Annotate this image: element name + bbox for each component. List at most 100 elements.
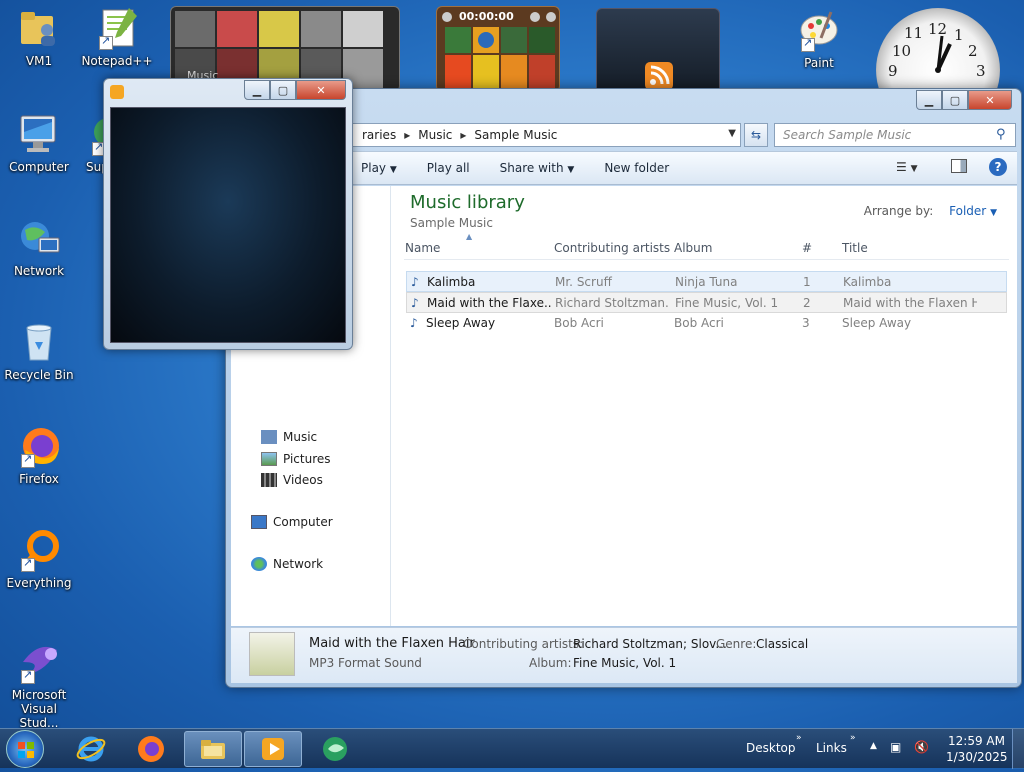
table-row[interactable]: ♪ Sleep Away Bob Acri Bob Acri 3 Sleep A…	[406, 313, 1007, 334]
share-with-button[interactable]: Share with ▼	[500, 161, 575, 175]
desktop-icon-notepadpp[interactable]: Notepad++	[78, 6, 156, 68]
desktop-icon-label: Notepad++	[81, 54, 153, 68]
chevron-icon[interactable]: »	[796, 733, 802, 743]
desktop-icon-label: Everything	[6, 576, 72, 590]
music-file-icon: ♪	[411, 296, 419, 310]
taskbar-explorer[interactable]	[184, 731, 242, 767]
column-header-name[interactable]: Name	[405, 241, 440, 255]
cell-title: Sleep Away	[842, 316, 912, 330]
links-toolbar[interactable]: Links	[816, 741, 847, 755]
start-button[interactable]	[6, 730, 44, 768]
cell-name: Sleep Away	[426, 316, 496, 330]
breadcrumb-separator: ▸	[404, 128, 411, 142]
play-all-button[interactable]: Play all	[427, 161, 470, 175]
arrange-by-dropdown[interactable]: Folder ▼	[949, 204, 997, 218]
desktop-icon-network[interactable]: Network	[0, 216, 78, 278]
taskbar-app[interactable]	[306, 731, 364, 767]
breadcrumb-item[interactable]: Music	[418, 128, 452, 142]
desktop-icon-label: Microsoft Visual Stud...	[11, 688, 67, 730]
help-icon[interactable]: ?	[989, 158, 1007, 176]
details-artists-value[interactable]: Richard Stoltzman; Slov...	[573, 637, 727, 651]
media-player-window[interactable]: ▁ ▢ ✕	[103, 78, 353, 350]
desktop-icon-label: Network	[13, 264, 65, 278]
view-options-icon[interactable]: ☰ ▼	[896, 160, 918, 174]
taskbar-media-player[interactable]	[244, 731, 302, 767]
desktop-icon-visual-studio[interactable]: Microsoft Visual Stud...	[0, 640, 78, 730]
taskbar-internet-explorer[interactable]	[62, 731, 120, 767]
notepadpp-icon	[95, 6, 139, 50]
details-album-label: Album:	[529, 656, 572, 670]
music-folder-icon	[261, 430, 277, 444]
desktop-icon-everything[interactable]: Everything	[0, 528, 78, 590]
cell-album: Bob Acri	[674, 316, 724, 330]
nav-item-computer[interactable]: Computer	[251, 515, 333, 529]
sort-up-icon: ▲	[466, 232, 473, 241]
video-display[interactable]	[110, 107, 346, 343]
show-desktop-button[interactable]	[1012, 729, 1024, 769]
media-gadget[interactable]: 00:00:00	[436, 6, 560, 92]
network-icon	[251, 557, 267, 571]
file-list-pane: Music library Sample Music Arrange by: F…	[392, 186, 1017, 626]
search-icon: ⚲	[996, 127, 1006, 142]
cell-artist: Bob Acri	[554, 316, 604, 330]
taskbar-firefox[interactable]	[122, 731, 180, 767]
play-button[interactable]: Play ▼	[361, 161, 397, 175]
preview-pane-icon[interactable]	[951, 159, 967, 173]
media-player-icon	[262, 738, 284, 760]
album-art-thumbnail	[249, 632, 295, 676]
close-button[interactable]: ✕	[968, 90, 1012, 110]
desktop-icon-paint[interactable]: Paint	[780, 8, 858, 70]
address-dropdown-icon[interactable]: ▼	[728, 128, 736, 139]
desktop-icon-computer[interactable]: Computer	[0, 112, 78, 174]
taskbar: Desktop » Links » ▲ ▣ 🔇 12:59 AM 1/30/20…	[0, 728, 1024, 769]
desktop-toolbar[interactable]: Desktop	[746, 741, 796, 755]
column-header-artists[interactable]: Contributing artists	[554, 241, 670, 255]
clock-date[interactable]: 1/30/2025	[946, 750, 1008, 764]
shortcut-arrow-icon	[21, 668, 35, 684]
media-player-app-icon	[110, 85, 124, 99]
minimize-button[interactable]: ▁	[244, 80, 270, 100]
clock-time[interactable]: 12:59 AM	[948, 734, 1005, 748]
details-album-value[interactable]: Fine Music, Vol. 1	[573, 656, 676, 670]
desktop-icon-label: Computer	[9, 160, 69, 174]
computer-icon	[17, 112, 61, 156]
arrange-by: Arrange by: Folder ▼	[863, 204, 997, 218]
maximize-button[interactable]: ▢	[942, 90, 968, 110]
desktop-icon-vm1[interactable]: VM1	[0, 6, 78, 68]
feed-gadget[interactable]	[596, 8, 720, 94]
nav-item-music[interactable]: Music	[261, 430, 317, 444]
details-genre-value[interactable]: Classical	[756, 637, 808, 651]
cell-number: 2	[803, 296, 811, 310]
table-row[interactable]: ♪ Maid with the Flaxe... Richard Stoltzm…	[406, 292, 1007, 313]
rss-icon	[645, 62, 673, 90]
desktop-icon-recycle-bin[interactable]: Recycle Bin	[0, 320, 78, 382]
cell-artist: Richard Stoltzman...	[555, 296, 670, 310]
column-header-album[interactable]: Album	[674, 241, 712, 255]
breadcrumb-item[interactable]: Sample Music	[474, 128, 557, 142]
firefox-icon	[17, 424, 61, 468]
cell-number: 3	[802, 316, 810, 330]
nav-item-network[interactable]: Network	[251, 557, 323, 571]
details-type: MP3 Format Sound	[309, 656, 422, 670]
refresh-button[interactable]: ⇆	[744, 123, 768, 147]
cell-title: Kalimba	[843, 275, 892, 289]
desktop-icon-label: Firefox	[19, 472, 59, 486]
show-hidden-icons[interactable]: ▲	[870, 741, 877, 751]
minimize-button[interactable]: ▁	[916, 90, 942, 110]
table-row[interactable]: ♪ Kalimba Mr. Scruff Ninja Tuna 1 Kalimb…	[406, 271, 1007, 292]
nav-item-pictures[interactable]: Pictures	[261, 452, 331, 466]
search-input[interactable]: Search Sample Music	[774, 123, 1016, 147]
desktop-icon-firefox[interactable]: Firefox	[0, 424, 78, 486]
column-header-number[interactable]: #	[802, 241, 812, 255]
cell-title: Maid with the Flaxen H...	[843, 296, 977, 310]
user-folder-icon	[17, 6, 61, 50]
volume-muted-icon[interactable]: 🔇	[914, 740, 929, 754]
column-header-title[interactable]: Title	[842, 241, 868, 255]
maximize-button[interactable]: ▢	[270, 80, 296, 100]
new-folder-button[interactable]: New folder	[604, 161, 669, 175]
chevron-icon[interactable]: »	[850, 733, 856, 743]
close-button[interactable]: ✕	[296, 80, 346, 100]
network-tray-icon[interactable]: ▣	[890, 740, 901, 754]
nav-item-videos[interactable]: Videos	[261, 473, 323, 487]
breadcrumb-item[interactable]: raries	[362, 128, 396, 142]
